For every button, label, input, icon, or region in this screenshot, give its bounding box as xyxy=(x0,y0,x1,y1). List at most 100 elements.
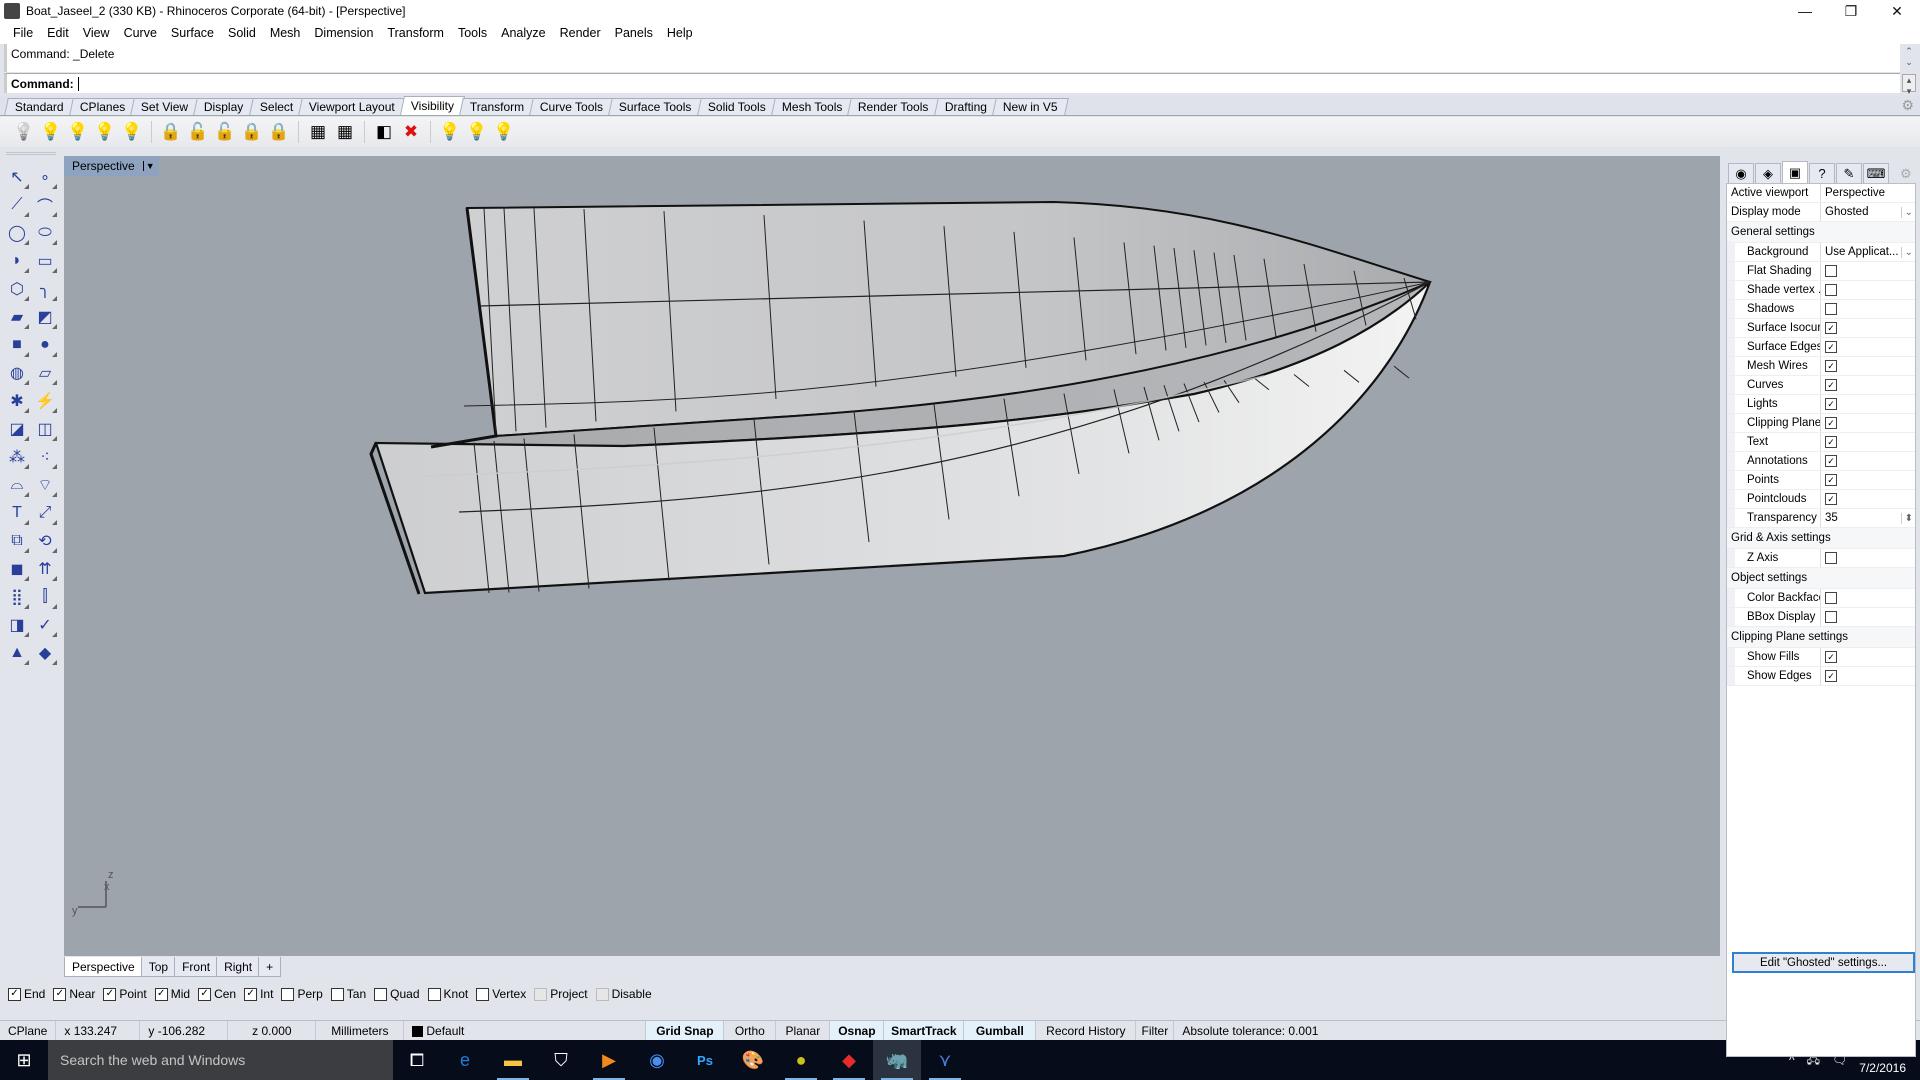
cplane-indicator[interactable]: CPlane xyxy=(0,1021,57,1041)
osnap-checkbox[interactable] xyxy=(374,987,388,1001)
split-icon[interactable]: ◫ xyxy=(32,415,58,443)
restore-button[interactable]: ❐ xyxy=(1828,0,1874,22)
circle-icon[interactable]: ◯ xyxy=(4,219,30,247)
hide-in-view-icon[interactable]: 💡 xyxy=(438,120,462,144)
prop-value[interactable] xyxy=(1821,300,1915,318)
panel-tab-layers-icon[interactable]: ◈ xyxy=(1755,163,1781,183)
hide-points-icon[interactable]: ▦ xyxy=(306,120,330,144)
show-objects-icon[interactable]: 💡 xyxy=(39,120,63,144)
osnap-checkbox[interactable] xyxy=(330,987,344,1001)
menu-tools[interactable]: Tools xyxy=(451,26,494,40)
close-button[interactable]: ✕ xyxy=(1874,0,1920,22)
tab-display[interactable]: Display xyxy=(193,98,255,115)
tab-surface-tools[interactable]: Surface Tools xyxy=(608,98,703,115)
view-tab-top[interactable]: Top xyxy=(140,957,177,977)
panel-settings-icon[interactable]: ⚙ xyxy=(1900,166,1912,182)
explode-icon[interactable]: ⚡ xyxy=(32,387,58,415)
prop-value[interactable]: Perspective xyxy=(1821,184,1915,202)
prop-checkbox[interactable]: ✓ xyxy=(1825,360,1837,372)
task-view-icon[interactable]: ⧠ xyxy=(393,1040,441,1080)
show-points-icon[interactable]: ▦ xyxy=(333,120,357,144)
menu-help[interactable]: Help xyxy=(660,26,700,40)
swap-hidden-icon[interactable]: 💡 xyxy=(120,120,144,144)
prop-checkbox[interactable] xyxy=(1825,265,1837,277)
boat-hull-model[interactable]: z x y xyxy=(64,156,1720,956)
osnap-quad[interactable]: Quad xyxy=(374,987,420,1001)
tab-solid-tools[interactable]: Solid Tools xyxy=(696,98,777,115)
prop-checkbox[interactable] xyxy=(1825,592,1837,604)
prop-value[interactable]: Ghosted ⌄ xyxy=(1821,203,1915,221)
tab-standard[interactable]: Standard xyxy=(4,98,75,115)
show-in-view-icon[interactable]: 💡 xyxy=(465,120,489,144)
section-general-settings[interactable]: General settings xyxy=(1727,222,1915,243)
spin-up-icon[interactable]: ▴ xyxy=(1907,75,1912,86)
osnap-checkbox[interactable]: ✓ xyxy=(244,987,258,1001)
osnap-checkbox[interactable] xyxy=(595,987,609,1001)
unlock-selected-icon[interactable]: 🔓 xyxy=(213,120,237,144)
perspective-viewport[interactable]: Perspective ▼ z x y xyxy=(64,156,1720,956)
taskbar-search[interactable]: Search the web and Windows xyxy=(48,1040,393,1080)
panel-tab-properties-icon[interactable]: ✎ xyxy=(1836,163,1862,183)
boolean-icon[interactable]: ✱ xyxy=(4,387,30,415)
tab-drafting[interactable]: Drafting xyxy=(933,98,998,115)
toggle-grid-snap[interactable]: Grid Snap xyxy=(646,1021,725,1041)
windows-start-icon[interactable]: ⊞ xyxy=(0,1040,48,1080)
menu-mesh[interactable]: Mesh xyxy=(263,26,308,40)
edge-icon[interactable]: e xyxy=(441,1040,489,1080)
polyline-icon[interactable]: ⟋ xyxy=(4,191,30,219)
command-spinner[interactable]: ▴ ▾ xyxy=(1902,74,1916,96)
point-icon[interactable]: ∘ xyxy=(32,163,58,191)
osnap-checkbox[interactable] xyxy=(427,987,441,1001)
prop-checkbox[interactable]: ✓ xyxy=(1825,379,1837,391)
rhino-icon[interactable]: 🦏 xyxy=(873,1040,921,1080)
section-grid-axis-settings[interactable]: Grid & Axis settings xyxy=(1727,528,1915,549)
prop-value[interactable]: ✓ xyxy=(1821,319,1915,337)
view-tab-perspective[interactable]: Perspective xyxy=(64,957,143,977)
prop-checkbox[interactable]: ✓ xyxy=(1825,322,1837,334)
tab-transform[interactable]: Transform xyxy=(459,98,535,115)
view-tab-front[interactable]: Front xyxy=(174,957,219,977)
tab-new-in-v5[interactable]: New in V5 xyxy=(991,98,1069,115)
lock-swap-icon[interactable]: 🔒 xyxy=(240,120,264,144)
menu-analyze[interactable]: Analyze xyxy=(494,26,552,40)
prop-checkbox[interactable] xyxy=(1825,552,1837,564)
prop-value[interactable]: ✓ xyxy=(1821,667,1915,685)
tab-mesh-tools[interactable]: Mesh Tools xyxy=(770,98,853,115)
fillet-curve-icon[interactable]: ╮ xyxy=(32,275,58,303)
sphere-icon[interactable]: ● xyxy=(32,331,58,359)
mesh-surface-icon[interactable]: ▱ xyxy=(32,359,58,387)
visual-studio-icon[interactable]: ⋎ xyxy=(921,1040,969,1080)
tab-visibility[interactable]: Visibility xyxy=(399,96,465,115)
toolbar-grip[interactable] xyxy=(6,152,56,155)
panel-tab-display-icon[interactable]: ▣ xyxy=(1782,161,1808,183)
text-icon[interactable]: T xyxy=(4,499,30,527)
menu-curve[interactable]: Curve xyxy=(117,26,164,40)
osnap-checkbox[interactable]: ✓ xyxy=(8,987,21,1001)
osnap-mid[interactable]: ✓ Mid xyxy=(154,987,190,1001)
history-scroll[interactable]: ⌃ ⌄ xyxy=(1902,46,1916,72)
trim-icon[interactable]: ◪ xyxy=(4,415,30,443)
prop-checkbox[interactable]: ✓ xyxy=(1825,417,1837,429)
extrude-plane-icon[interactable]: ⇈ xyxy=(32,555,58,583)
hide-objects-icon[interactable]: 💡 xyxy=(12,120,36,144)
tab-curve-tools[interactable]: Curve Tools xyxy=(529,98,615,115)
menu-transform[interactable]: Transform xyxy=(380,26,451,40)
menu-render[interactable]: Render xyxy=(553,26,608,40)
cylinder-icon[interactable]: ◍ xyxy=(4,359,30,387)
prop-checkbox[interactable]: ✓ xyxy=(1825,474,1837,486)
osnap-checkbox[interactable] xyxy=(476,987,490,1001)
prop-value[interactable]: ✓ xyxy=(1821,433,1915,451)
prop-value[interactable] xyxy=(1821,549,1915,567)
chevron-down-icon[interactable]: ⌄ xyxy=(1900,246,1913,258)
menu-panels[interactable]: Panels xyxy=(608,26,660,40)
add-viewport-tab-button[interactable]: + xyxy=(258,957,282,977)
minimize-button[interactable]: — xyxy=(1782,0,1828,22)
chrome-icon[interactable]: ◉ xyxy=(633,1040,681,1080)
tab-set-view[interactable]: Set View xyxy=(130,98,200,115)
prop-value[interactable]: ✓ xyxy=(1821,376,1915,394)
chevron-down-icon[interactable]: ⌄ xyxy=(1900,206,1913,218)
toolbar-settings-icon[interactable]: ⚙ xyxy=(1901,97,1914,114)
check-icon[interactable]: ✓ xyxy=(32,611,58,639)
prop-value[interactable] xyxy=(1821,589,1915,607)
toggle-smarttrack[interactable]: SmartTrack xyxy=(884,1021,965,1041)
